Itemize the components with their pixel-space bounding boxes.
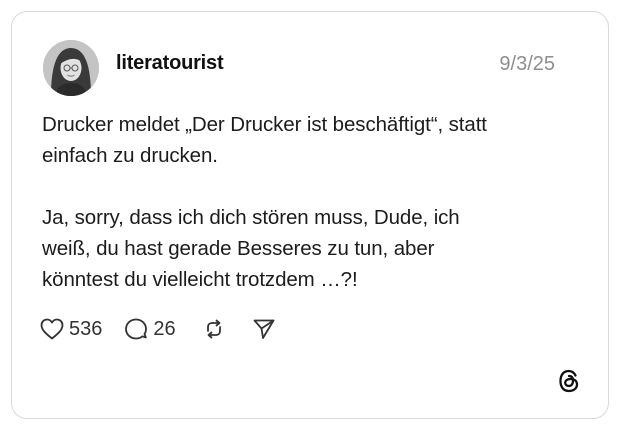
repost-icon	[206, 319, 221, 339]
send-icon	[253, 319, 275, 339]
repost-button[interactable]	[202, 317, 226, 341]
post-card: literatourist 9/3/25 Drucker meldet „Der…	[11, 11, 609, 419]
action-bar: 536 26	[40, 316, 276, 342]
avatar-image	[43, 40, 99, 96]
speech-bubble-icon	[125, 318, 148, 340]
threads-logo-icon[interactable]	[556, 368, 582, 394]
like-button[interactable]: 536	[40, 318, 102, 341]
post-date: 9/3/25	[499, 53, 555, 75]
post-paragraph: Drucker meldet „Der Drucker ist beschäft…	[42, 113, 487, 167]
like-count: 536	[69, 317, 103, 340]
username[interactable]: literatourist	[116, 52, 224, 75]
avatar[interactable]	[43, 40, 99, 96]
share-button[interactable]	[252, 317, 276, 341]
post-paragraph: Ja, sorry, dass ich dich stören muss, Du…	[42, 206, 460, 291]
reply-button[interactable]: 26	[124, 317, 176, 341]
post-text: Drucker meldet „Der Drucker ist beschäft…	[42, 109, 572, 295]
reply-count: 26	[153, 317, 176, 340]
heart-icon	[40, 318, 64, 340]
